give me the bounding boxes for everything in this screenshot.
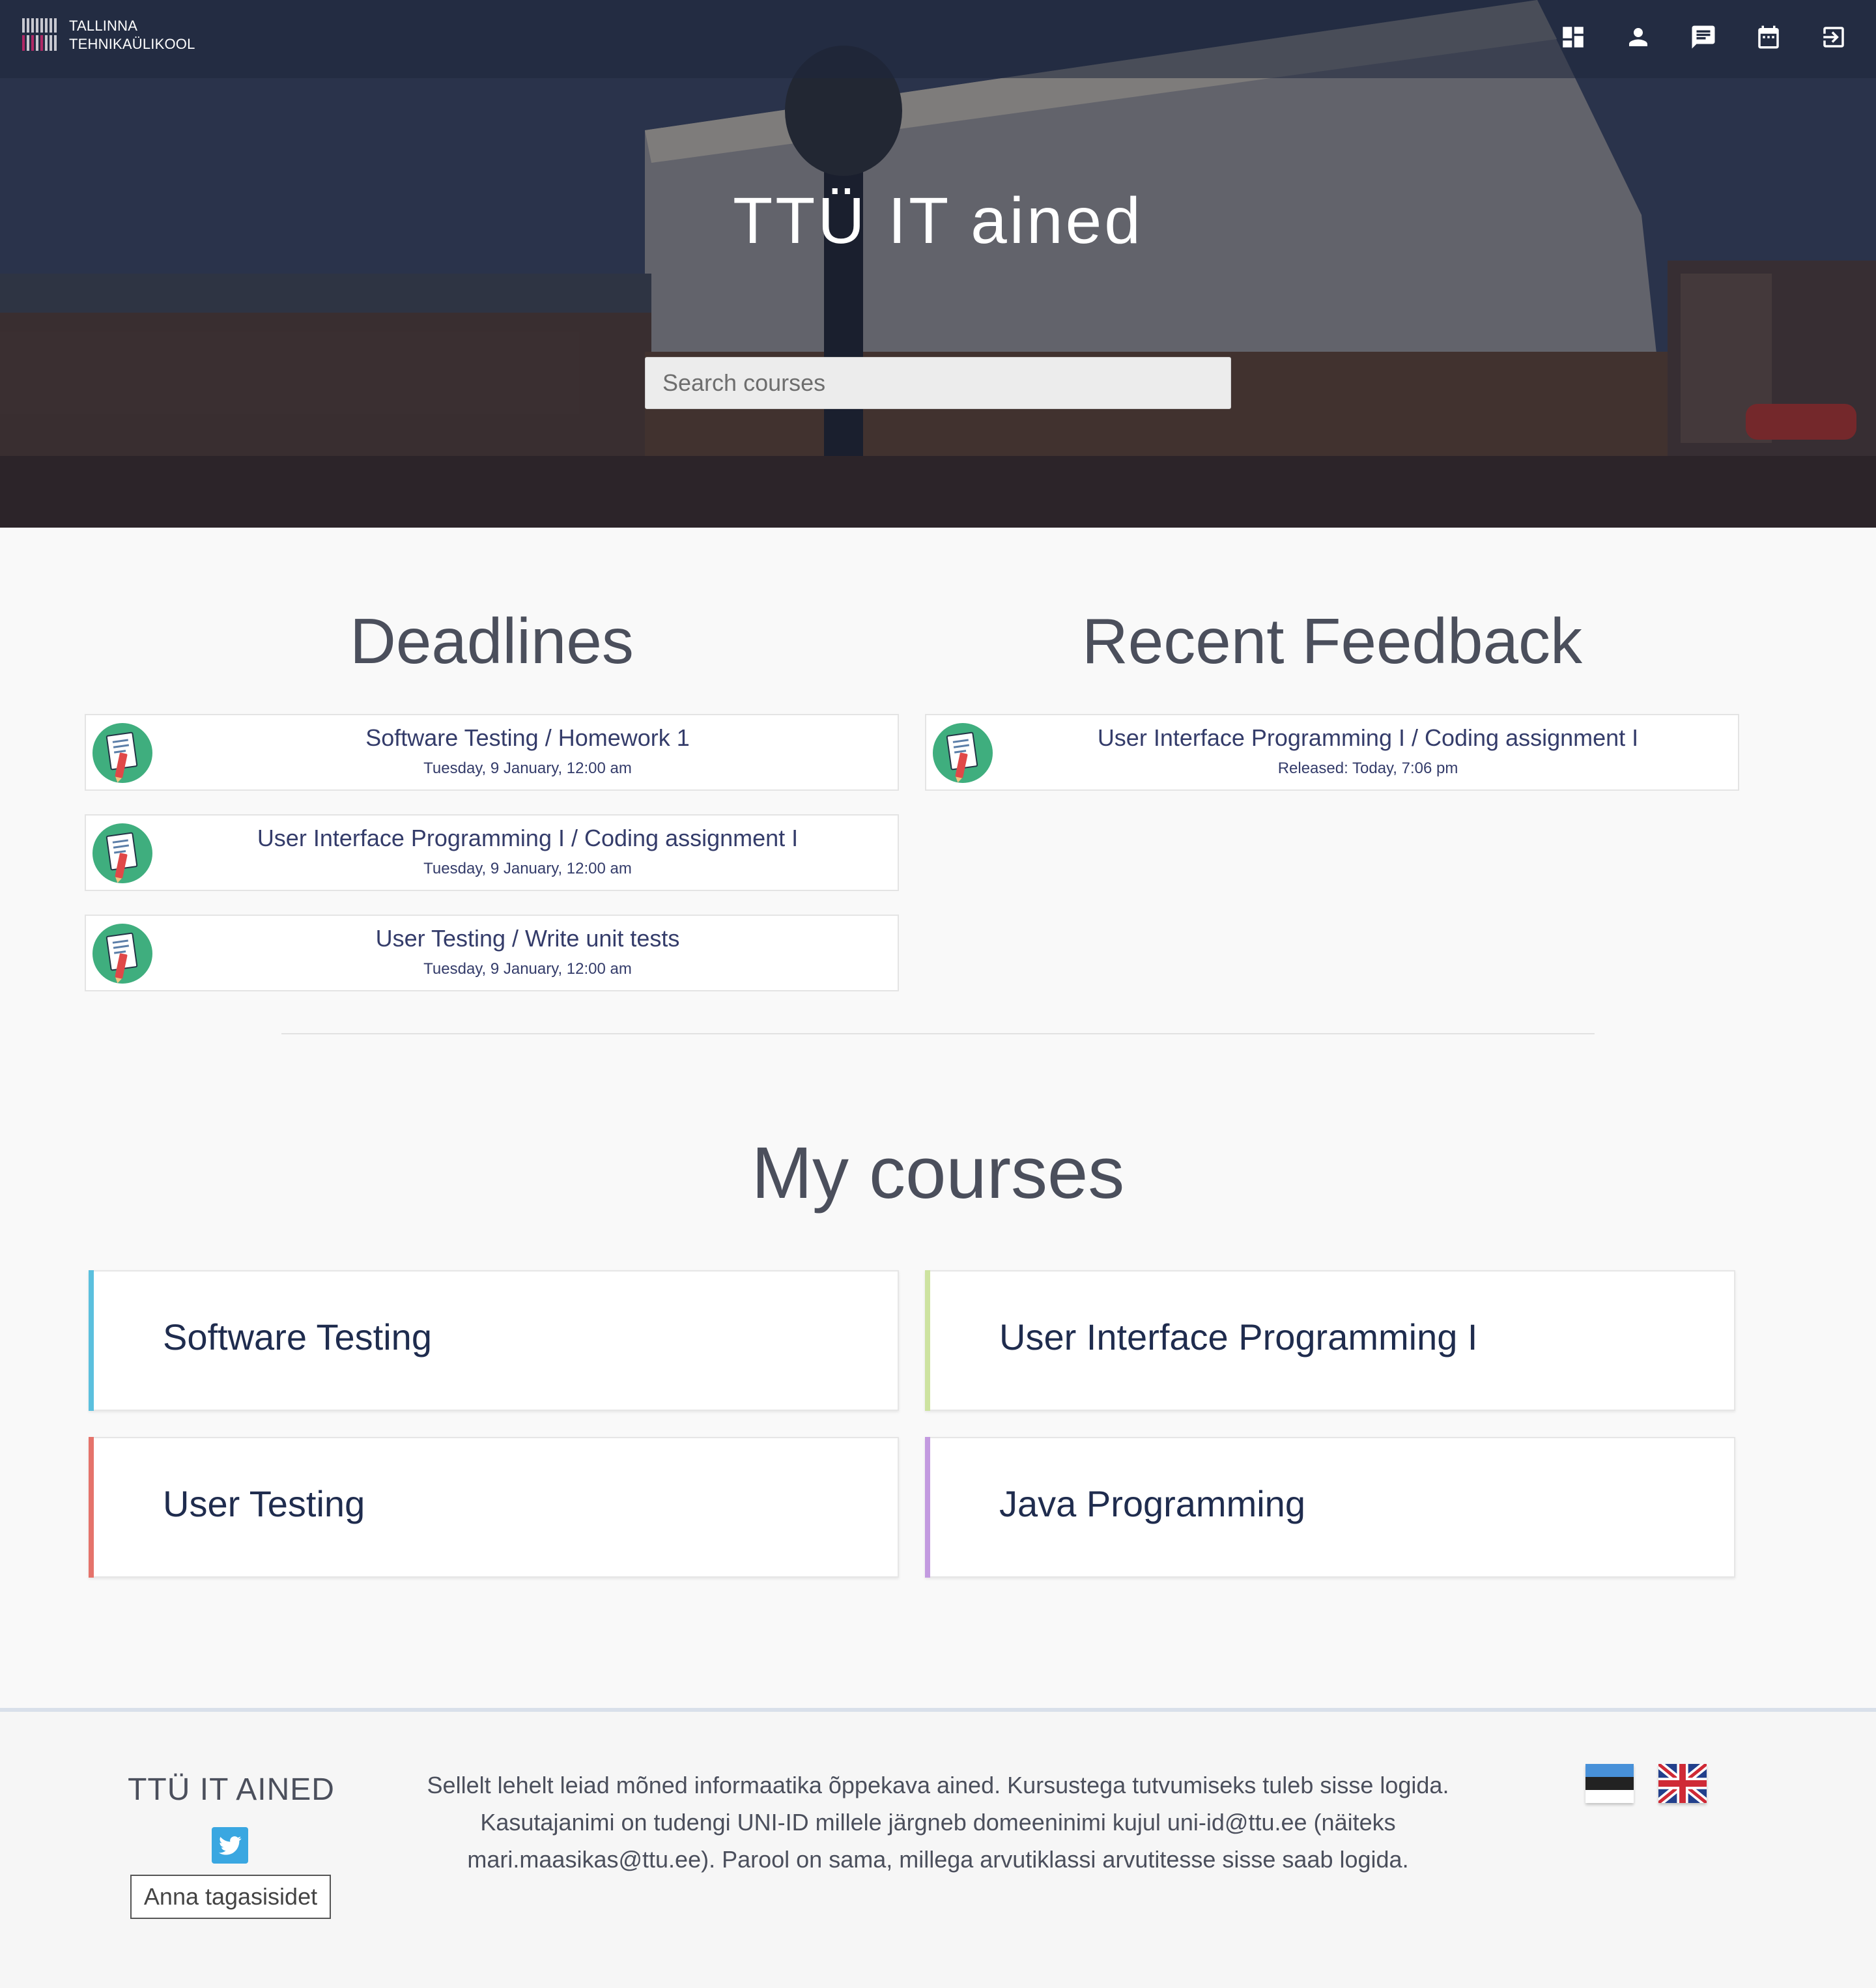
messages-icon[interactable] xyxy=(1690,23,1717,51)
footer-brand: TTÜ IT AINED xyxy=(128,1772,335,1807)
university-logo[interactable]: TALLINNA TEHNIKAÜLIKOOL xyxy=(22,17,195,53)
course-card-user-interface-programming[interactable]: User Interface Programming I xyxy=(925,1270,1735,1411)
nav-icon-bar xyxy=(1559,23,1847,51)
course-name: Software Testing xyxy=(163,1316,432,1357)
assignment-icon xyxy=(933,723,993,783)
logo-mark-icon xyxy=(22,17,60,53)
deadlines-title: Deadlines xyxy=(350,605,634,677)
deadline-date: Tuesday, 9 January, 12:00 am xyxy=(423,860,632,877)
assignment-icon xyxy=(92,723,152,783)
deadline-title: User Testing / Write unit tests xyxy=(375,925,680,952)
deadline-date: Tuesday, 9 January, 12:00 am xyxy=(423,960,632,978)
course-name: Java Programming xyxy=(999,1483,1305,1524)
deadline-item[interactable]: User Testing / Write unit tests Tuesday,… xyxy=(85,915,899,991)
calendar-icon[interactable] xyxy=(1755,23,1782,51)
logo-line-1: TALLINNA xyxy=(69,18,138,34)
my-courses-title: My courses xyxy=(751,1132,1125,1214)
page-footer: TTÜ IT AINED Anna tagasisidet Sellelt le… xyxy=(0,1708,1876,1988)
deadline-date: Tuesday, 9 January, 12:00 am xyxy=(423,760,632,777)
search-courses-input[interactable] xyxy=(645,357,1231,409)
logo-line-2: TEHNIKAÜLIKOOL xyxy=(69,36,195,52)
course-name: User Interface Programming I xyxy=(999,1316,1478,1357)
course-color-stripe xyxy=(925,1437,930,1578)
section-divider xyxy=(281,1033,1595,1034)
feedback-title: User Interface Programming I / Coding as… xyxy=(1097,724,1639,751)
profile-icon[interactable] xyxy=(1625,23,1652,51)
english-flag-icon[interactable] xyxy=(1656,1761,1709,1806)
twitter-icon[interactable] xyxy=(212,1827,248,1864)
course-name: User Testing xyxy=(163,1483,365,1524)
logo-text: TALLINNA TEHNIKAÜLIKOOL xyxy=(69,17,195,53)
give-feedback-button[interactable]: Anna tagasisidet xyxy=(130,1875,331,1919)
course-color-stripe xyxy=(89,1270,94,1411)
deadline-item[interactable]: Software Testing / Homework 1 Tuesday, 9… xyxy=(85,714,899,791)
deadline-item[interactable]: User Interface Programming I / Coding as… xyxy=(85,814,899,891)
deadline-title: Software Testing / Homework 1 xyxy=(365,724,690,751)
hero-title: TTÜ IT ained xyxy=(733,184,1143,257)
feedback-date: Released: Today, 7:06 pm xyxy=(1277,760,1458,777)
course-color-stripe xyxy=(89,1437,94,1578)
deadline-title: User Interface Programming I / Coding as… xyxy=(257,825,799,851)
course-color-stripe xyxy=(925,1270,930,1411)
hero-banner: TALLINNA TEHNIKAÜLIKOOL TTÜ IT ained xyxy=(0,0,1876,528)
course-card-software-testing[interactable]: Software Testing xyxy=(89,1270,899,1411)
recent-feedback-title: Recent Feedback xyxy=(1081,605,1583,677)
assignment-icon xyxy=(92,924,152,984)
logout-icon[interactable] xyxy=(1820,23,1847,51)
hero-overlay xyxy=(0,0,1876,528)
estonian-flag-icon[interactable] xyxy=(1585,1764,1634,1803)
footer-info-text: Sellelt lehelt leiad mõned informaatika … xyxy=(427,1772,1449,1873)
feedback-item[interactable]: User Interface Programming I / Coding as… xyxy=(925,714,1739,791)
course-card-user-testing[interactable]: User Testing xyxy=(89,1437,899,1578)
course-card-java-programming[interactable]: Java Programming xyxy=(925,1437,1735,1578)
assignment-icon xyxy=(92,823,152,883)
dashboard-icon[interactable] xyxy=(1559,23,1587,51)
